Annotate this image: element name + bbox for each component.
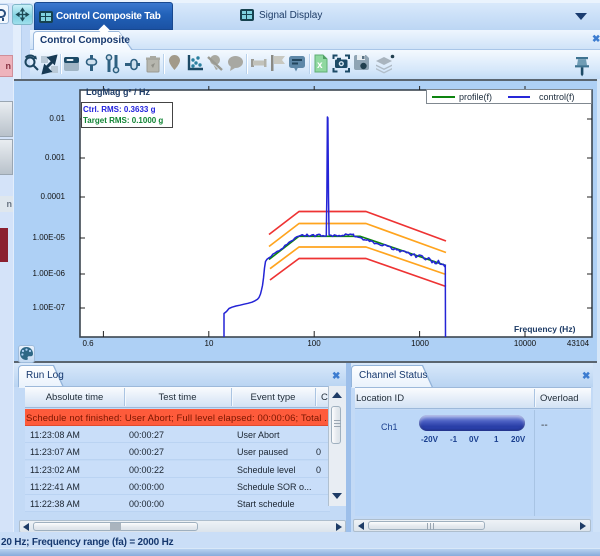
svg-text:x: x bbox=[317, 60, 323, 71]
